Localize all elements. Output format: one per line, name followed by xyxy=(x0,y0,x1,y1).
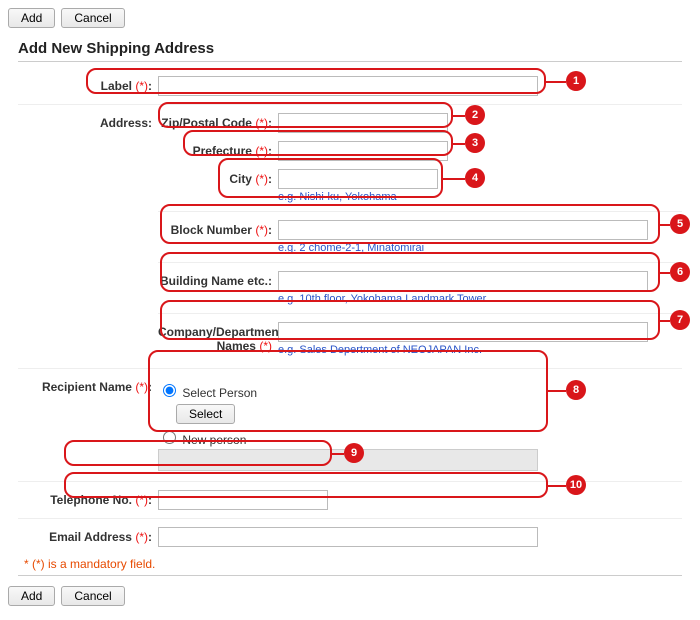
label-address: Address: xyxy=(18,113,158,130)
cancel-button-top[interactable]: Cancel xyxy=(61,8,124,28)
hint-building: e.g. 10th floor, Yokohama Landmark Tower xyxy=(278,293,682,305)
city-input[interactable] xyxy=(278,169,438,189)
radio-select-person[interactable] xyxy=(163,384,176,397)
row-telephone: Telephone No. (*): xyxy=(18,481,682,514)
block-input[interactable] xyxy=(278,220,648,240)
label-input[interactable] xyxy=(158,76,538,96)
row-email: Email Address (*): xyxy=(18,518,682,551)
title-separator xyxy=(18,61,682,62)
mandatory-note: * (*) is a mandatory field. xyxy=(24,557,682,571)
label-building: Building Name etc.: xyxy=(158,271,278,288)
add-button-top[interactable]: Add xyxy=(8,8,55,28)
add-button-bottom[interactable]: Add xyxy=(8,586,55,606)
radio-select-person-label: Select Person xyxy=(158,381,682,400)
cancel-button-bottom[interactable]: Cancel xyxy=(61,586,124,606)
label-telephone: Telephone No. (*): xyxy=(18,490,158,507)
email-input[interactable] xyxy=(158,527,538,547)
select-person-button[interactable]: Select xyxy=(176,404,235,424)
label-recipient: Recipient Name (*): xyxy=(18,377,158,394)
telephone-input[interactable] xyxy=(158,490,328,510)
label-company: Company/Department: Names (*) xyxy=(158,322,278,353)
bottom-separator xyxy=(18,575,682,576)
hint-block: e.g. 2 chome-2-1, Minatomirai xyxy=(278,242,682,254)
row-address: Address: Zip/Postal Code (*): Prefecture… xyxy=(18,104,682,364)
label-label: Label (*): xyxy=(18,76,158,93)
label-zip: Zip/Postal Code (*): xyxy=(158,113,278,130)
zip-input[interactable] xyxy=(278,113,448,133)
label-email: Email Address (*): xyxy=(18,527,158,544)
label-prefecture: Prefecture (*): xyxy=(158,141,278,158)
top-toolbar: Add Cancel xyxy=(8,8,692,34)
hint-city: e.g. Nishi-ku, Yokohama xyxy=(278,191,438,203)
new-person-display xyxy=(158,449,538,471)
building-input[interactable] xyxy=(278,271,648,291)
label-city: City (*): xyxy=(158,169,278,186)
bottom-toolbar: Add Cancel xyxy=(8,586,692,612)
row-label: Label (*): xyxy=(18,72,682,100)
radio-new-person[interactable] xyxy=(163,431,176,444)
prefecture-input[interactable] xyxy=(278,141,448,161)
page-title: Add New Shipping Address xyxy=(18,40,692,57)
form-area: Label (*): Address: Zip/Postal Code (*):… xyxy=(8,72,692,571)
radio-new-person-label: New person xyxy=(158,428,682,447)
hint-company: e.g. Sales Depertment of NEOJAPAN Inc. xyxy=(278,344,682,356)
label-block: Block Number (*): xyxy=(158,220,278,237)
company-input[interactable] xyxy=(278,322,648,342)
row-recipient: Recipient Name (*): Select Person Select… xyxy=(18,368,682,477)
